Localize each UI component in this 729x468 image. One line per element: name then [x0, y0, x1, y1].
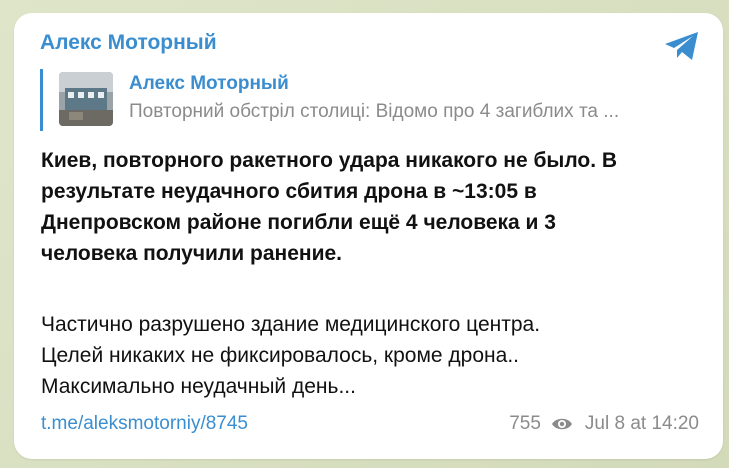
reply-preview[interactable]: Алекс Моторный Повторний обстріл столиці… — [40, 69, 700, 131]
plain-line: Частично разрушено здание медицинского ц… — [41, 313, 541, 336]
post-timestamp: Jul 8 at 14:20 — [584, 413, 699, 434]
bold-line: человека получили ранение. — [41, 242, 342, 265]
plain-line: Целей никаких не фиксировалось, кроме др… — [41, 344, 519, 367]
plain-line: Максимально неудачный день... — [41, 375, 356, 398]
bold-line: результате неудачного сбития дрона в ~13… — [41, 180, 537, 203]
eye-icon — [551, 418, 572, 430]
telegram-send-icon[interactable] — [663, 30, 701, 62]
post-link[interactable]: t.me/aleksmotorniy/8745 — [41, 413, 248, 435]
post-meta: 755 Jul 8 at 14:20 — [509, 413, 699, 435]
message-card: Алекс Моторный Алекс Моторный Повторний … — [14, 13, 723, 459]
reply-author: Алекс Моторный — [129, 73, 289, 94]
post-author[interactable]: Алекс Моторный — [40, 31, 217, 55]
reply-text: Повторний обстріл столиці: Відомо про 4 … — [129, 101, 620, 122]
message-plain-text: Частично разрушено здание медицинского ц… — [41, 309, 711, 402]
view-count: 755 — [509, 413, 541, 434]
reply-thumbnail — [59, 72, 113, 126]
message-bold-text: Киев, повторного ракетного удара никаког… — [41, 145, 711, 269]
bold-line: Днепровском районе погибли ещё 4 человек… — [41, 211, 556, 234]
bold-line: Киев, повторного ракетного удара никаког… — [41, 149, 618, 172]
